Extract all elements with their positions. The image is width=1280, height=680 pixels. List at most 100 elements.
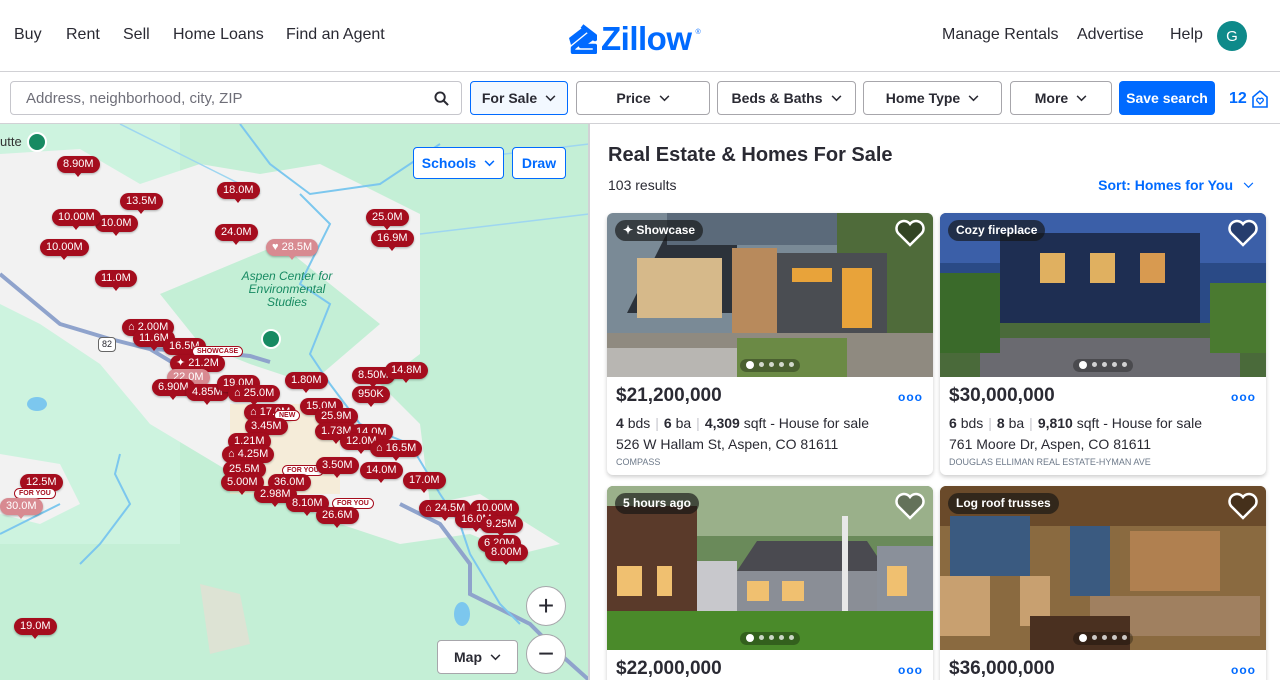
price-pin[interactable]: 18.0M — [217, 182, 260, 203]
search-icon[interactable] — [434, 90, 449, 106]
price-pin[interactable]: 10.00M — [52, 209, 101, 230]
top-navigation: Buy Rent Sell Home Loans Find an Agent Z… — [0, 0, 1280, 72]
sort-dropdown[interactable]: Sort: Homes for You — [1098, 177, 1254, 193]
sparkle-icon: ✦ — [176, 357, 189, 369]
schools-button[interactable]: Schools — [413, 147, 504, 179]
price-pin[interactable]: ⌂ 16.5M — [370, 440, 423, 461]
listing-photo[interactable]: Cozy fireplace — [940, 213, 1266, 377]
user-avatar[interactable]: G — [1217, 21, 1247, 51]
listing-price: $22,000,000 — [616, 658, 722, 679]
favorite-heart-icon[interactable] — [1228, 219, 1258, 247]
chevron-down-icon — [1076, 94, 1087, 101]
nav-home-loans[interactable]: Home Loans — [173, 26, 264, 44]
price-pin[interactable]: ⌂ 25.0M — [228, 385, 281, 406]
results-panel: Real Estate & Homes For Sale 103 results… — [590, 124, 1280, 680]
pin-label: 25.0M — [243, 387, 275, 399]
photo-carousel-dots[interactable] — [740, 359, 800, 372]
beds-baths-dropdown[interactable]: Beds & Baths — [717, 81, 856, 115]
nav-buy[interactable]: Buy — [14, 26, 42, 44]
pin-label: 16.5M — [385, 442, 417, 454]
zillow-logo[interactable]: Zillow ® — [567, 20, 701, 58]
listing-card[interactable]: Log roof trusses $36,000,000 ooo — [940, 486, 1266, 680]
listing-card[interactable]: 5 hours ago $22,000,000 ooo — [607, 486, 933, 680]
listing-address[interactable]: 761 Moore Dr, Aspen, CO 81611 — [949, 436, 1257, 452]
chevron-down-icon — [968, 94, 979, 101]
map-place-label: Aspen Center for Environmental Studies — [241, 269, 333, 309]
chevron-down-icon — [484, 159, 495, 166]
nav-rent[interactable]: Rent — [66, 26, 100, 44]
house-icon: ⌂ — [228, 448, 238, 460]
chevron-down-icon — [490, 653, 501, 660]
photo-carousel-dots[interactable] — [1073, 632, 1133, 645]
more-options-icon[interactable]: ooo — [1231, 390, 1256, 404]
nav-sell[interactable]: Sell — [123, 26, 150, 44]
favorite-heart-icon[interactable] — [895, 492, 925, 520]
chevron-down-icon — [831, 94, 841, 101]
mountain-poi-icon[interactable] — [27, 132, 47, 152]
listing-photo[interactable]: Log roof trusses — [940, 486, 1266, 650]
home-type-dropdown[interactable]: Home Type — [863, 81, 1002, 115]
map-type-dropdown[interactable]: Map — [437, 640, 518, 674]
listing-facts: 6 bds | 8 ba | 9,810 sqft - House for sale — [949, 415, 1203, 431]
map-view[interactable]: utte Aspen Center for Environmental Stud… — [0, 124, 589, 680]
search-input[interactable] — [26, 89, 434, 107]
favorited-price-pin[interactable]: ♥ 28.5M — [266, 239, 319, 260]
chevron-down-icon — [659, 94, 670, 101]
photo-carousel-dots[interactable] — [740, 632, 800, 645]
nav-help[interactable]: Help — [1170, 26, 1203, 44]
listing-address[interactable]: 526 W Hallam St, Aspen, CO 81611 — [616, 436, 924, 452]
price-pin[interactable]: 3.50M — [316, 457, 359, 478]
more-options-icon[interactable]: ooo — [898, 390, 923, 404]
price-pin[interactable]: 17.0M — [403, 472, 446, 493]
save-search-button[interactable]: Save search — [1119, 81, 1215, 115]
route-shield: 82 — [98, 337, 116, 352]
favorite-heart-icon[interactable] — [895, 219, 925, 247]
results-count: 103 results — [608, 177, 677, 193]
price-dropdown[interactable]: Price — [576, 81, 710, 115]
map-background — [0, 124, 589, 680]
price-pin[interactable]: 8.00M — [485, 544, 528, 565]
price-pin[interactable]: 13.5M — [120, 193, 163, 214]
more-options-icon[interactable]: ooo — [1231, 663, 1256, 677]
zoom-out-button[interactable]: − — [526, 634, 566, 674]
nav-advertise[interactable]: Advertise — [1077, 26, 1144, 44]
price-pin[interactable]: 14.0M — [360, 462, 403, 483]
for-sale-dropdown[interactable]: For Sale — [470, 81, 568, 115]
price-pin[interactable]: 950K — [352, 386, 390, 407]
listing-highlight-badge: Cozy fireplace — [948, 220, 1046, 241]
price-pin[interactable]: 10.0M — [95, 215, 138, 236]
pin-label: 4.25M — [237, 448, 269, 460]
price-pin[interactable]: 16.9M — [371, 230, 414, 251]
price-pin[interactable]: 24.0M — [215, 224, 258, 245]
house-icon: ⌂ — [234, 387, 244, 399]
price-pin[interactable]: 8.90M — [57, 156, 100, 177]
price-pin[interactable]: 26.6M — [316, 507, 359, 528]
saved-homes-link[interactable]: 12 — [1229, 89, 1269, 109]
more-dropdown[interactable]: More — [1010, 81, 1112, 115]
listing-price: $36,000,000 — [949, 658, 1055, 679]
price-pin[interactable]: 25.0M — [366, 209, 409, 230]
listing-card[interactable]: ✦ Showcase $21,200,000 ooo 4 bds | 6 ba | 4,… — [607, 213, 933, 475]
zoom-in-button[interactable]: + — [526, 586, 566, 626]
price-pin[interactable]: 14.8M — [385, 362, 428, 383]
price-pin[interactable]: 10.00M — [40, 239, 89, 260]
listing-card[interactable]: Cozy fireplace $30,000,000 ooo 6 bds | 8 b… — [940, 213, 1266, 475]
price-pin[interactable]: 11.0M — [95, 270, 137, 291]
nav-manage-rentals[interactable]: Manage Rentals — [942, 26, 1059, 44]
tree-poi-icon[interactable] — [261, 329, 281, 349]
house-icon: ⌂ — [425, 502, 435, 514]
viewed-price-pin[interactable]: 30.0M — [0, 498, 43, 519]
map-place-label-edge: utte — [0, 134, 22, 149]
favorite-heart-icon[interactable] — [1228, 492, 1258, 520]
price-pin[interactable]: 1.80M — [285, 372, 328, 393]
listing-photo[interactable]: 5 hours ago — [607, 486, 933, 650]
listing-facts: 4 bds | 6 ba | 4,309 sqft - House for sale — [616, 415, 870, 431]
more-options-icon[interactable]: ooo — [898, 663, 923, 677]
price-pin[interactable]: 9.25M — [480, 516, 523, 537]
for-sale-label: For Sale — [481, 90, 538, 106]
price-pin[interactable]: 19.0M — [14, 618, 57, 639]
nav-find-agent[interactable]: Find an Agent — [286, 26, 385, 44]
listing-photo[interactable]: ✦ Showcase — [607, 213, 933, 377]
draw-button[interactable]: Draw — [512, 147, 566, 179]
photo-carousel-dots[interactable] — [1073, 359, 1133, 372]
